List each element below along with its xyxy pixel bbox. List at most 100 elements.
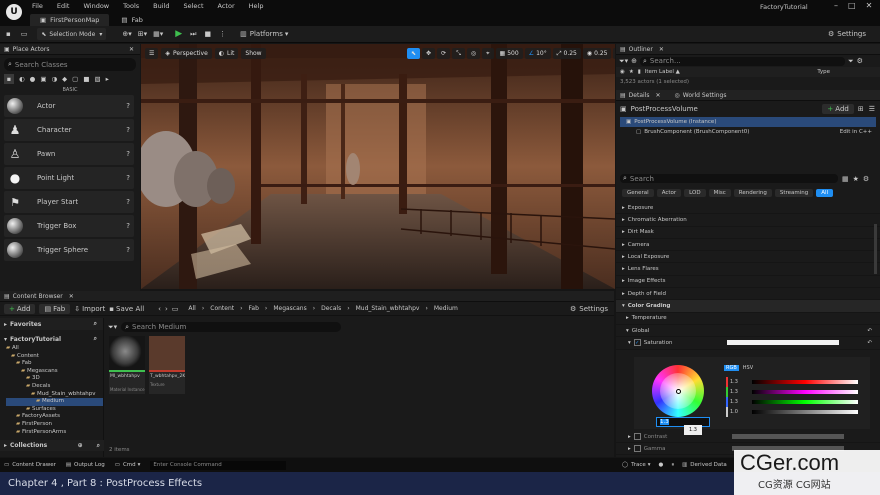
category-local-exposure[interactable]: ▸ Local Exposure — [616, 251, 880, 264]
help-icon[interactable]: ? — [126, 222, 130, 230]
help-icon[interactable]: ? — [126, 174, 130, 182]
asset-tile[interactable]: T_wbhtahpv_2K_ORD Texture — [149, 336, 185, 394]
help-icon[interactable]: ? — [126, 150, 130, 158]
breadcrumb-item[interactable]: Content — [210, 305, 234, 312]
actor-item-trigger-box[interactable]: Trigger Box? — [4, 215, 134, 237]
lock-icon[interactable]: ▮ — [638, 69, 641, 75]
bulb-icon[interactable]: ● — [30, 75, 36, 83]
trace-dropdown[interactable]: ◯ Trace ▾ — [622, 462, 651, 468]
unreal-logo-icon[interactable]: U — [6, 4, 22, 20]
camera-speed-button[interactable]: ◉ 0.25 — [582, 48, 612, 59]
tree-item-factoryassets[interactable]: ▰ FactoryAssets — [6, 413, 103, 421]
details-scrollbar[interactable] — [874, 224, 877, 274]
close-icon[interactable]: ✕ — [129, 46, 134, 53]
actor-item-trigger-sphere[interactable]: Trigger Sphere? — [4, 239, 134, 261]
menu-edit[interactable]: Edit — [57, 2, 70, 10]
visibility-icon[interactable]: ◉ — [620, 69, 625, 75]
search-icon[interactable]: ⌕ — [97, 442, 100, 450]
breadcrumb-item[interactable]: Medium — [434, 305, 458, 312]
edit-cpp-link[interactable]: Edit in C++ — [840, 129, 872, 135]
tree-item-all[interactable]: ▰ All — [6, 345, 103, 353]
cinematic-icon[interactable]: ▣ — [40, 75, 46, 83]
minimize-icon[interactable]: – — [834, 1, 838, 10]
sequencer-icon[interactable]: ▦▾ — [153, 30, 163, 38]
actor-item-point-light[interactable]: ● Point Light? — [4, 167, 134, 189]
category-camera[interactable]: ▸ Camera — [616, 239, 880, 252]
breadcrumb-item[interactable]: Megascans — [273, 305, 306, 312]
skip-icon[interactable]: ⏭ — [190, 30, 196, 39]
actor-item-actor[interactable]: Actor? — [4, 95, 134, 117]
asset-tile[interactable]: MI_wbhtahpv Material Instance — [109, 336, 145, 394]
project-header[interactable]: ▾ FactoryTutorial ⌕ — [0, 333, 103, 345]
column-type[interactable]: Type — [817, 69, 830, 75]
color-wheel[interactable] — [652, 365, 704, 417]
hamburger-icon[interactable]: ☰ — [869, 105, 875, 113]
content-drawer-button[interactable]: ▭ Content Drawer — [4, 462, 56, 468]
save-all-button[interactable]: ▪ Save All — [109, 305, 144, 313]
breadcrumb-item[interactable]: All — [188, 305, 195, 312]
back-icon[interactable]: ‹ — [158, 305, 161, 313]
star-icon[interactable]: ★ — [853, 175, 859, 183]
gear-icon[interactable]: ⚙ — [857, 57, 863, 65]
forward-icon[interactable]: › — [165, 305, 168, 313]
outliner-search-input[interactable]: ⌕ Search... — [640, 56, 845, 66]
grid-snap-button[interactable]: ▦ 500 — [495, 48, 523, 59]
details-tab[interactable]: Details — [629, 92, 650, 99]
add-button[interactable]: + Add — [4, 303, 36, 314]
menu-file[interactable]: File — [32, 2, 43, 10]
checkbox-icon[interactable] — [633, 445, 641, 453]
menu-tools[interactable]: Tools — [123, 2, 139, 10]
category-global[interactable]: ▾ Global ↶ — [616, 325, 880, 338]
color-cursor[interactable] — [676, 389, 681, 394]
perspective-button[interactable]: ◈ Perspective — [161, 48, 212, 59]
record-icon[interactable]: ● — [659, 462, 664, 468]
help-icon[interactable]: ? — [126, 198, 130, 206]
tree-item-surfaces[interactable]: ▰ Surfaces — [6, 406, 103, 414]
menu-select[interactable]: Select — [183, 2, 203, 10]
category-image-effects[interactable]: ▸ Image Effects — [616, 276, 880, 289]
settings-button[interactable]: ⚙ Settings — [828, 30, 866, 38]
favorites-header[interactable]: ▸ Favorites ⌕ — [0, 318, 103, 330]
tree-item-firstpersonarms[interactable]: ▰ FirstPersonArms — [6, 429, 103, 437]
channel-slider[interactable] — [752, 400, 858, 404]
reset-icon[interactable]: ↶ — [867, 328, 872, 334]
shapes-icon[interactable]: ■ — [83, 75, 89, 83]
asset-search-input[interactable]: ⌕ Search Medium — [121, 322, 342, 332]
collections-header[interactable]: ▸ Collections ⊕ ⌕ — [0, 440, 104, 451]
channel-slider[interactable] — [752, 390, 858, 394]
pause-icon[interactable]: ⏸ — [671, 462, 674, 469]
component-instance[interactable]: ▣ PostProcessVolume (Instance) — [620, 117, 876, 127]
close-icon[interactable]: ✕ — [69, 293, 74, 300]
tree-item-firstperson[interactable]: ▰ FirstPerson — [6, 421, 103, 429]
cmd-dropdown[interactable]: ▭ Cmd ▾ — [115, 462, 141, 468]
derived-data-button[interactable]: ▥ Derived Data — [682, 462, 727, 468]
blueprint-icon[interactable]: ⊞ — [858, 105, 864, 113]
red-channel[interactable]: 1.3 — [726, 377, 858, 387]
filter-icon[interactable]: ⏷▾ — [619, 57, 628, 66]
play-icon[interactable]: ▶ — [175, 29, 182, 39]
menu-actor[interactable]: Actor — [218, 2, 235, 10]
contrast-swatch[interactable] — [732, 434, 844, 440]
component-brush[interactable]: ▢ BrushComponent (BrushComponent0) Edit in… — [620, 127, 876, 137]
filter-options-icon[interactable]: ⏷ — [848, 57, 854, 66]
hsv-tab[interactable]: HSV — [743, 365, 753, 371]
close-icon[interactable]: ✕ — [659, 46, 664, 53]
scale-snap-button[interactable]: ⤢ 0.25 — [552, 48, 581, 59]
star-icon[interactable]: ★ — [629, 69, 634, 75]
rotate-icon[interactable]: ⟳ — [437, 48, 451, 59]
tree-item-content[interactable]: ▰ Content — [6, 353, 103, 361]
cb-settings-button[interactable]: ⚙ Settings — [570, 305, 608, 313]
translate-icon[interactable]: ✥ — [422, 48, 436, 59]
angle-snap-button[interactable]: ∠ 10° — [524, 48, 551, 59]
actor-item-pawn[interactable]: ♙ Pawn? — [4, 143, 134, 165]
help-icon[interactable]: ? — [126, 126, 130, 134]
volumes-icon[interactable]: ▢ — [72, 75, 78, 83]
breadcrumb-item[interactable]: Fab — [249, 305, 259, 312]
actor-item-character[interactable]: ♟ Character? — [4, 119, 134, 141]
all-classes-icon[interactable]: ▧ — [94, 75, 100, 83]
category-temperature[interactable]: ▸ Temperature — [616, 313, 880, 325]
close-icon[interactable]: ✕ — [866, 1, 873, 10]
filter-streaming[interactable]: Streaming — [774, 189, 814, 197]
category-dirt-mask[interactable]: ▸ Dirt Mask — [616, 227, 880, 239]
channel-slider[interactable] — [752, 410, 858, 414]
